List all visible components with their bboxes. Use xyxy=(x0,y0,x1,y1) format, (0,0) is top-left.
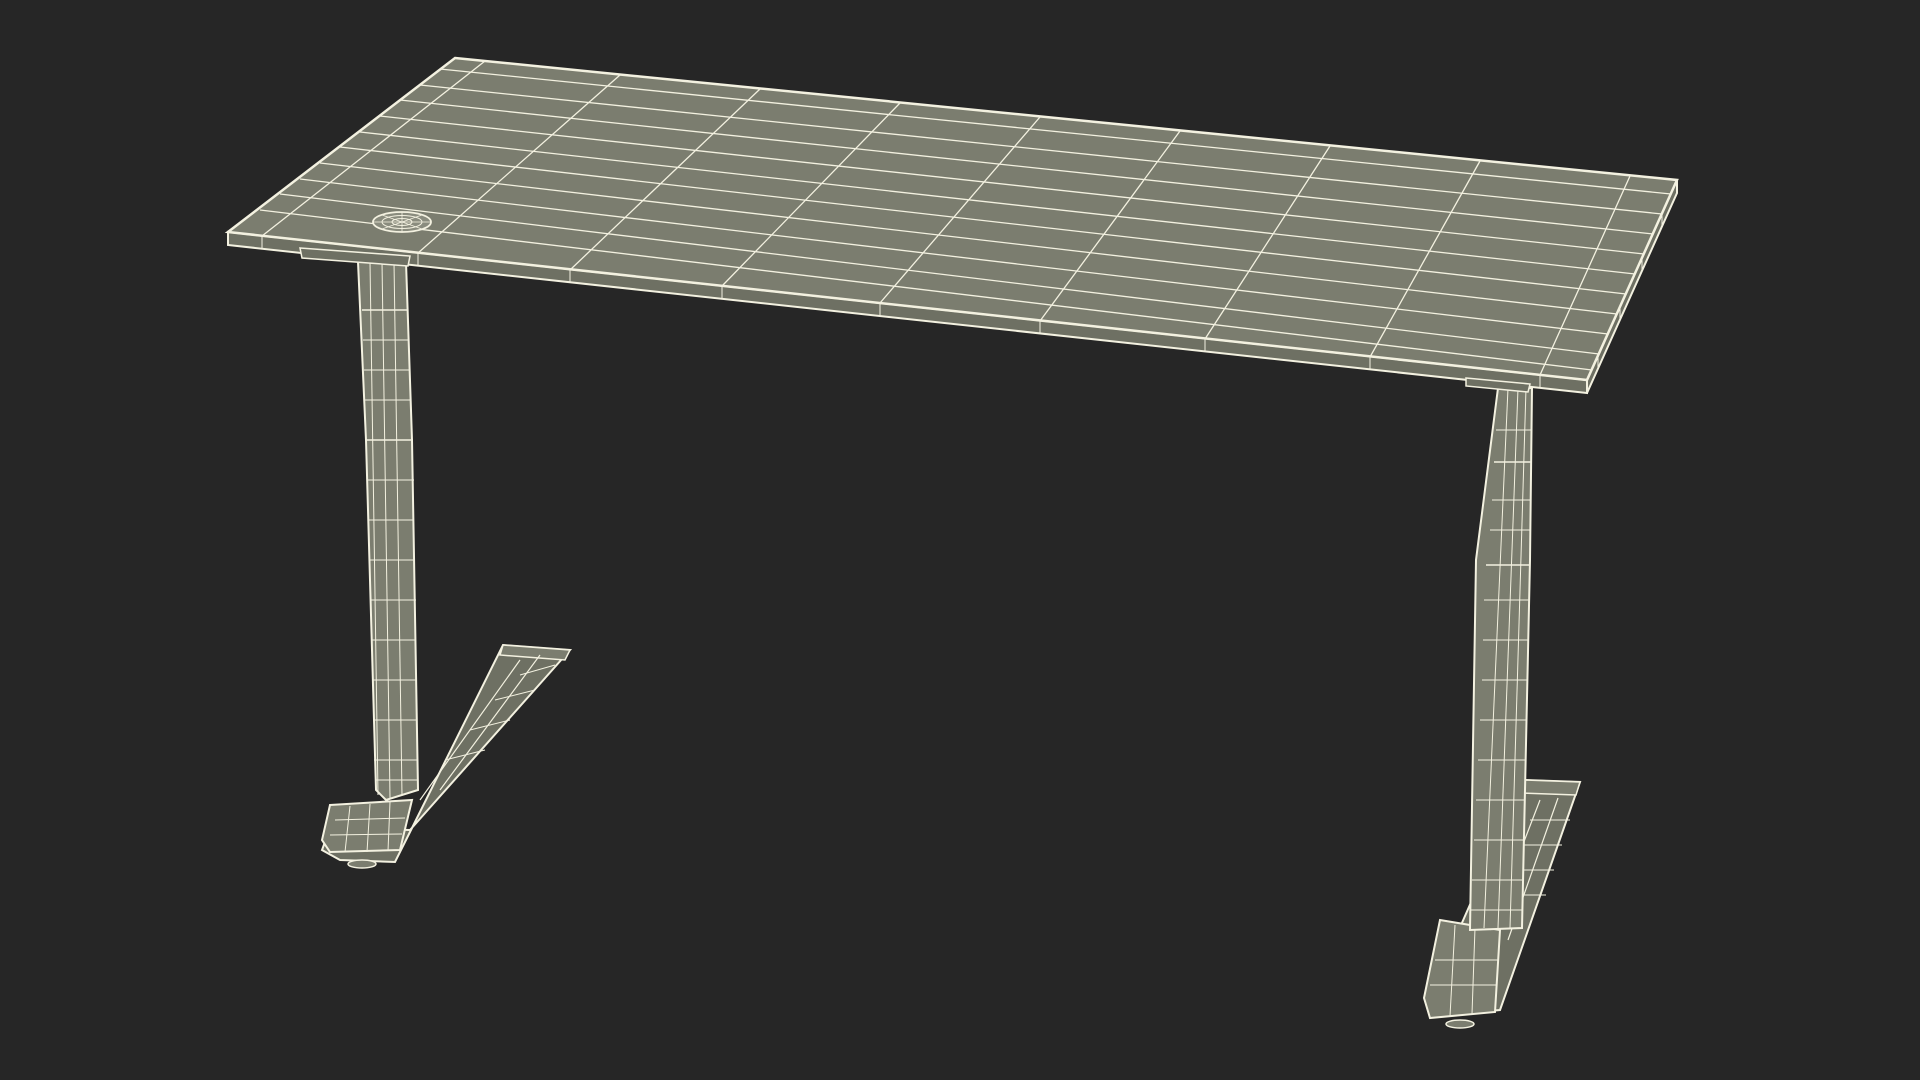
right-leg xyxy=(1422,387,1582,1029)
tabletop xyxy=(224,56,1679,395)
left-column xyxy=(356,261,420,802)
desk-render xyxy=(224,56,1679,1029)
wireframe-render-canvas xyxy=(0,0,1920,1080)
cable-grommet xyxy=(372,211,432,233)
right-column xyxy=(1468,387,1534,932)
left-leg xyxy=(320,261,573,869)
left-foot xyxy=(320,643,573,869)
